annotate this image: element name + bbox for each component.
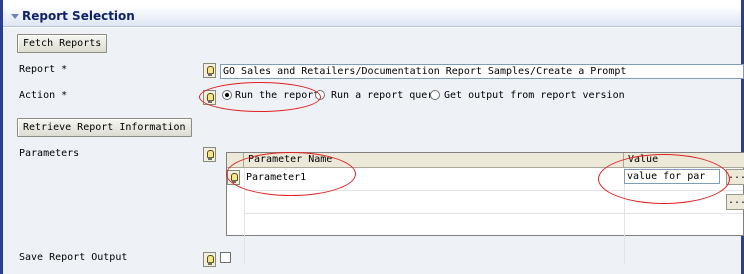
annotation-circle-value bbox=[598, 154, 730, 204]
radio-get-output-version-label[interactable]: Get output from report version bbox=[444, 90, 625, 101]
radio-run-report-query-label[interactable]: Run a report query bbox=[331, 90, 439, 101]
save-output-checkbox[interactable] bbox=[220, 252, 231, 263]
retrieve-report-info-button[interactable]: Retrieve Report Information bbox=[17, 118, 192, 137]
save-output-label: Save Report Output bbox=[19, 252, 128, 263]
annotation-circle-action bbox=[199, 82, 321, 112]
parameters-label: Parameters bbox=[19, 148, 80, 159]
fetch-reports-button[interactable]: Fetch Reports bbox=[17, 34, 108, 53]
radio-get-output-version[interactable] bbox=[430, 90, 440, 100]
section-title: Report Selection bbox=[22, 9, 135, 23]
value-ellipsis-button-2[interactable]: ... bbox=[726, 194, 744, 210]
section-header[interactable]: Report Selection bbox=[3, 6, 741, 27]
action-label: Action * bbox=[19, 90, 68, 101]
report-help-bulb-icon[interactable] bbox=[203, 63, 216, 78]
report-label: Report * bbox=[19, 64, 68, 75]
collapse-triangle-icon[interactable] bbox=[11, 14, 19, 19]
annotation-circle-parameter bbox=[226, 152, 356, 196]
save-output-help-bulb-icon[interactable] bbox=[203, 252, 216, 267]
parameters-help-bulb-icon[interactable] bbox=[203, 147, 216, 162]
report-path-field[interactable]: GO Sales and Retailers/Documentation Rep… bbox=[220, 64, 744, 79]
grid-row-line bbox=[244, 213, 743, 214]
